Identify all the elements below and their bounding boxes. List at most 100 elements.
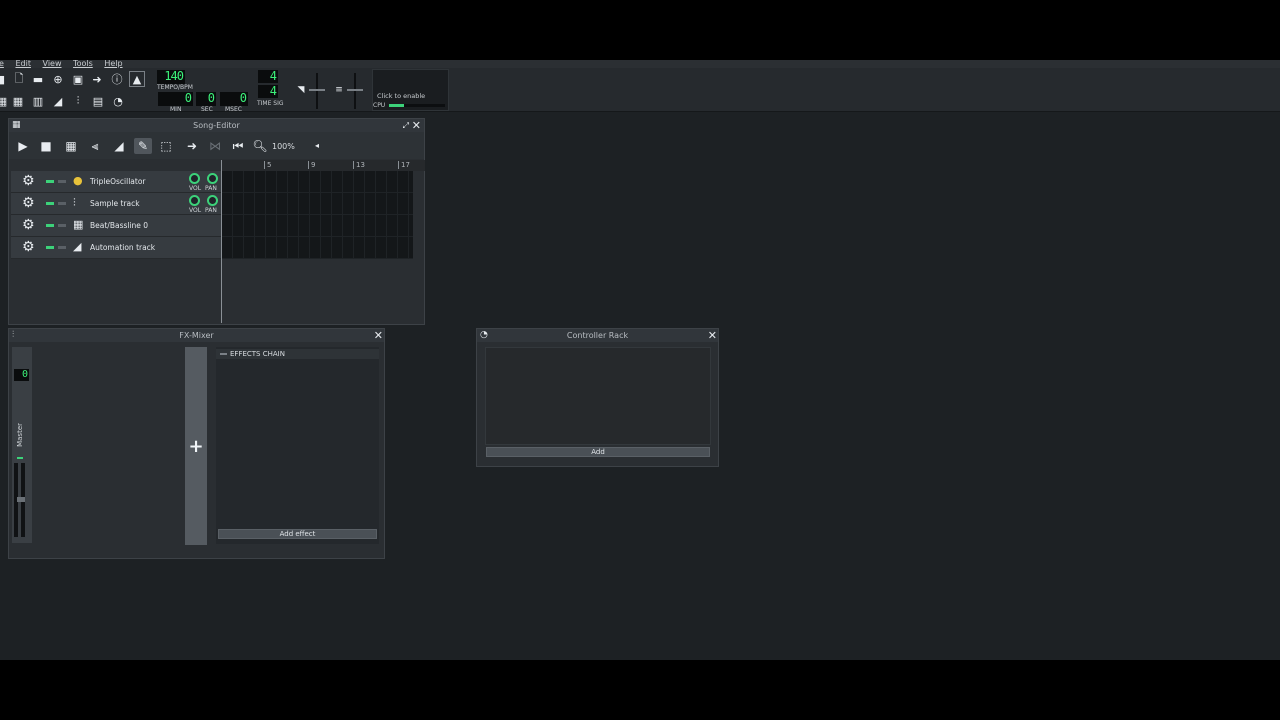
mute-toggle[interactable] <box>46 202 54 205</box>
mute-toggle[interactable] <box>46 246 54 249</box>
menu-view[interactable]: View <box>43 60 62 68</box>
track-row[interactable]: ⚙ ◢ Automation track <box>11 237 221 259</box>
song-editor-titlebar[interactable]: ▦ Song-Editor ⤢ ✕ <box>9 119 424 132</box>
edit-mode-icon[interactable]: ⬚ <box>157 138 175 154</box>
draw-mode-icon[interactable]: ✎ <box>134 138 152 154</box>
close-icon[interactable]: ✕ <box>412 119 421 132</box>
master-pitch-slider[interactable] <box>354 73 356 109</box>
automation-ramp-icon: ◢ <box>73 240 82 253</box>
zoom-icon: 🔍︎ <box>252 139 268 153</box>
add-controller-button[interactable]: Add <box>486 447 710 457</box>
gear-icon[interactable]: ⚙ <box>22 196 35 210</box>
return-to-start-icon[interactable]: ⏮ <box>229 138 247 154</box>
master-channel-strip[interactable]: 0 Master <box>12 347 32 543</box>
new-project-icon[interactable]: ▮ <box>0 71 10 87</box>
controller-rack-toggle-icon[interactable]: ◔ <box>110 93 126 109</box>
auto-scroll-icon[interactable]: ➜ <box>183 138 201 154</box>
beat-bassline-editor-icon[interactable]: ▦ <box>10 93 26 109</box>
pattern-grid[interactable] <box>221 171 413 259</box>
add-channel-button[interactable]: + <box>185 347 207 545</box>
track-name[interactable]: Sample track <box>90 199 140 208</box>
track-name[interactable]: Beat/Bassline 0 <box>90 221 148 230</box>
recent-projects-icon[interactable]: ⊕ <box>50 71 66 87</box>
solo-toggle[interactable] <box>58 202 66 205</box>
stop-icon[interactable]: ■ <box>37 138 55 154</box>
gear-icon[interactable]: ⚙ <box>22 218 35 232</box>
effects-chain-header[interactable]: EFFECTS CHAIN <box>216 349 379 359</box>
pan-knob[interactable] <box>207 195 218 206</box>
piano-roll-icon[interactable]: ▥ <box>30 93 46 109</box>
menu-tools[interactable]: Tools <box>73 60 93 68</box>
loop-points-icon[interactable]: ⋈ <box>206 138 224 154</box>
maximize-icon[interactable]: ⤢ <box>403 119 409 132</box>
master-label: Master <box>16 423 24 447</box>
song-editor-window: ▦ Song-Editor ⤢ ✕ ▶ ■ ▦ ⫷ ◢ ✎ ⬚ ➜ ⋈ ⏮ 🔍︎… <box>8 118 425 325</box>
solo-toggle[interactable] <box>58 224 66 227</box>
add-effect-button[interactable]: Add effect <box>218 529 377 539</box>
controller-rack-titlebar[interactable]: ◔ Controller Rack ✕ <box>477 329 718 342</box>
cpu-graph[interactable]: Click to enable CPU <box>372 69 449 111</box>
chevron-left-icon[interactable]: ◂ <box>315 141 319 150</box>
fx-mixer-toggle-icon[interactable]: ⫶ <box>70 93 86 109</box>
menubar: e Edit View Tools Help <box>0 60 1280 68</box>
tempo-display[interactable]: 140 <box>157 70 185 84</box>
volume-knob[interactable] <box>189 195 200 206</box>
effects-chain-toggle[interactable] <box>220 353 227 355</box>
effects-chain-label: EFFECTS CHAIN <box>230 350 285 358</box>
beat-grid-icon: ▦ <box>73 218 84 231</box>
fx-mixer-titlebar[interactable]: ⫶ FX-Mixer ✕ <box>9 329 384 342</box>
master-fader[interactable] <box>17 497 25 502</box>
cpu-load-bar <box>389 104 445 107</box>
save-project-icon[interactable]: ▣ <box>70 71 86 87</box>
master-volume-handle[interactable] <box>309 89 325 91</box>
automation-editor-icon[interactable]: ◢ <box>50 93 66 109</box>
track-name[interactable]: Automation track <box>90 243 155 252</box>
volume-knob[interactable] <box>189 173 200 184</box>
add-sample-track-icon[interactable]: ⫷ <box>86 138 104 154</box>
mute-toggle[interactable] <box>46 224 54 227</box>
add-automation-track-icon[interactable]: ◢ <box>110 138 128 154</box>
add-beat-bassline-icon[interactable]: ▦ <box>62 138 80 154</box>
gear-icon[interactable]: ⚙ <box>22 240 35 254</box>
main-toolbar: ▮ 🗋 ▬ ⊕ ▣ ➜ ⓘ ▲ ▦ ▦ ▥ ◢ ⫶ ▤ ◔ 140 TEMPO/… <box>0 68 1280 113</box>
metronome-icon[interactable]: ▲ <box>129 71 145 87</box>
track-row[interactable]: ⚙ ⫶ Sample track VOL PAN <box>11 193 221 215</box>
close-icon[interactable]: ✕ <box>374 329 383 342</box>
pan-label: PAN <box>205 185 217 192</box>
solo-toggle[interactable] <box>58 246 66 249</box>
mute-toggle[interactable] <box>46 180 54 183</box>
master-pitch-icon: ≡ <box>335 85 343 95</box>
timesig-denominator[interactable]: 4 <box>258 85 278 98</box>
sec-label: SEC <box>201 106 213 113</box>
master-volume-icon: ◥ <box>297 85 305 95</box>
msec-label: MSEC <box>225 106 242 113</box>
menu-edit[interactable]: Edit <box>15 60 31 68</box>
solo-toggle[interactable] <box>58 180 66 183</box>
pan-knob[interactable] <box>207 173 218 184</box>
timeline-position-marker[interactable] <box>221 160 222 323</box>
timesig-numerator[interactable]: 4 <box>258 70 278 83</box>
export-icon[interactable]: ➜ <box>89 71 105 87</box>
gear-icon[interactable]: ⚙ <box>22 174 35 188</box>
timeline-ruler[interactable]: 5 9 13 17 <box>221 160 425 171</box>
track-name[interactable]: TripleOscillator <box>90 177 146 186</box>
track-row[interactable]: ⚙ ▦ Beat/Bassline 0 <box>11 215 221 237</box>
master-volume-slider[interactable] <box>316 73 318 109</box>
zoom-select[interactable]: 100% <box>272 142 295 151</box>
song-editor-title: Song-Editor <box>193 121 240 130</box>
effects-chain-panel: EFFECTS CHAIN Add effect <box>216 347 379 544</box>
close-icon[interactable]: ✕ <box>708 329 717 342</box>
project-notes-icon[interactable]: ▤ <box>90 93 106 109</box>
play-icon[interactable]: ▶ <box>14 138 32 154</box>
whats-this-icon[interactable]: ⓘ <box>109 71 125 87</box>
menu-help[interactable]: Help <box>104 60 122 68</box>
menu-file[interactable]: e <box>0 60 4 68</box>
open-project-icon[interactable]: ▬ <box>30 71 46 87</box>
song-editor-toggle-icon[interactable]: ▦ <box>0 93 10 109</box>
mute-indicator[interactable] <box>17 457 23 459</box>
vol-label: VOL <box>189 207 202 214</box>
new-from-template-icon[interactable]: 🗋 <box>11 71 27 87</box>
track-row[interactable]: ⚙ ● TripleOscillator VOL PAN <box>11 171 221 193</box>
master-pitch-handle[interactable] <box>347 89 363 91</box>
time-min-display: 0 <box>158 92 193 106</box>
